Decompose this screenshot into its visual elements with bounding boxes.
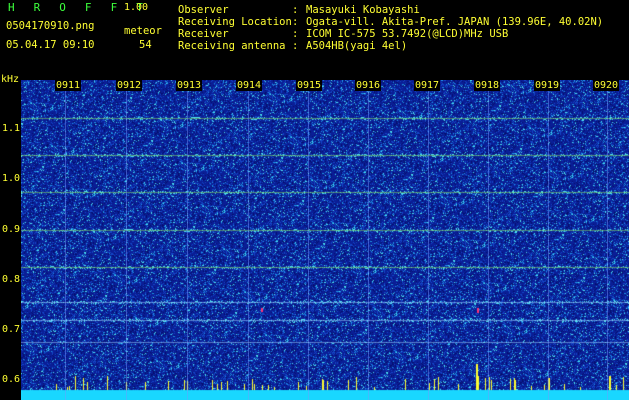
time-marker [126, 91, 127, 400]
time-marker [368, 91, 369, 400]
time-label: 0918 [474, 80, 501, 91]
location-separator: : [292, 16, 299, 28]
receiver-value: ICOM IC-575 53.7492(@LCD)MHz USB [306, 28, 509, 40]
observer-label: Observer [178, 4, 229, 16]
time-label: 0912 [116, 80, 143, 91]
app-version: 1.00 [124, 2, 149, 13]
time-label: 0916 [355, 80, 382, 91]
meteor-count: 54 [139, 39, 152, 51]
info-header: H R O F F T 1.00 0504170910.png meteor 0… [0, 0, 629, 72]
time-label: 0913 [176, 80, 203, 91]
time-marker [308, 91, 309, 400]
date-time: 05.04.17 09:10 [6, 39, 95, 51]
time-label: 0917 [414, 80, 441, 91]
receiver-separator: : [292, 28, 299, 40]
time-label: 0914 [236, 80, 263, 91]
antenna-label: Receiving antenna [178, 40, 286, 52]
time-label: 0920 [593, 80, 620, 91]
time-marker [428, 91, 429, 400]
frequency-unit-label: kHz [1, 74, 20, 85]
time-marker [187, 91, 188, 400]
time-marker [488, 91, 489, 400]
spectrogram-canvas [21, 80, 629, 400]
observer-separator: : [292, 4, 299, 16]
location-value: Ogata-vill. Akita-Pref. JAPAN (139.96E, … [306, 16, 604, 28]
antenna-value: A504HB(yagi 4el) [306, 40, 408, 52]
ytick-label: 0.7 [2, 324, 21, 335]
time-label: 0911 [55, 80, 82, 91]
ytick-label: 0.8 [2, 274, 21, 285]
ytick-label: 1.0 [2, 173, 21, 184]
location-label: Receiving Location [178, 16, 292, 28]
receiver-label: Receiver [178, 28, 229, 40]
time-marker [65, 91, 66, 400]
ytick-label: 0.9 [2, 224, 21, 235]
ytick-label: 0.6 [2, 374, 21, 385]
spectrogram-display[interactable] [21, 80, 629, 400]
time-marker [607, 91, 608, 400]
time-label: 0919 [534, 80, 561, 91]
mode-label: meteor [124, 25, 162, 37]
file-name: 0504170910.png [6, 20, 95, 32]
ytick-label: 1.1 [2, 123, 21, 134]
antenna-separator: : [292, 40, 299, 52]
time-label: 0915 [296, 80, 323, 91]
time-marker [548, 91, 549, 400]
time-marker [248, 91, 249, 400]
observer-value: Masayuki Kobayashi [306, 4, 420, 16]
